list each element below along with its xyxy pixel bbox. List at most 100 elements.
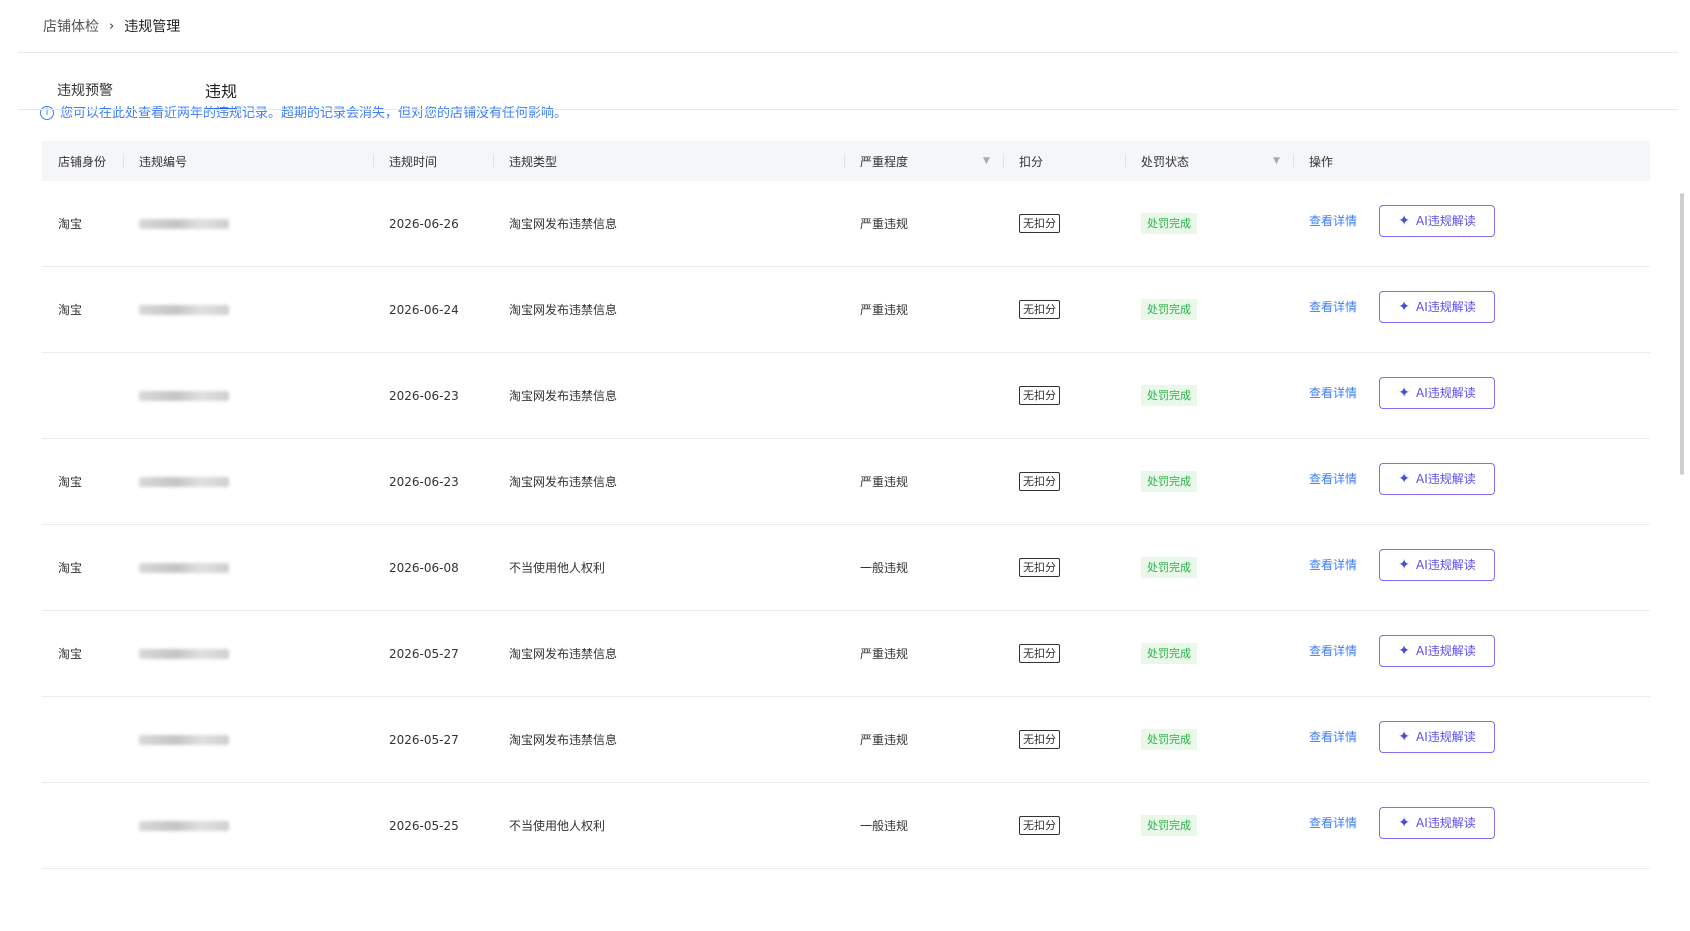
table-row: 2026-06-23 淘宝网发布违禁信息 无扣分 处罚完成 查看详情 ✦ AI违规解读: [42, 353, 1650, 439]
view-detail-link[interactable]: 查看详情: [1309, 642, 1357, 659]
header-violation-time: 违规时间: [373, 141, 493, 181]
cell-shop: 淘宝: [58, 303, 83, 317]
redacted-id: [139, 562, 229, 573]
cell-type: 不当使用他人权利: [509, 561, 606, 575]
filter-icon[interactable]: ▼: [1273, 156, 1283, 166]
cell-actions: 查看详情 ✦ AI违规解读: [1293, 720, 1650, 753]
header-violation-id: 违规编号: [123, 141, 373, 181]
cell-points: 无扣分: [1003, 214, 1125, 233]
ai-interpret-button[interactable]: ✦ AI违规解读: [1379, 548, 1496, 581]
cell-status: 处罚完成: [1125, 471, 1293, 492]
cell-date: 2026-06-24: [389, 302, 459, 317]
cell-type: 淘宝网发布违禁信息: [509, 389, 618, 403]
ai-interpret-button[interactable]: ✦ AI违规解读: [1379, 634, 1496, 667]
cell-violation-id: [123, 304, 373, 315]
ai-button-label: AI违规解读: [1416, 816, 1476, 830]
cell-date: 2026-06-08: [389, 560, 459, 575]
table-row: 淘宝 2026-06-23 淘宝网发布违禁信息 严重违规 无扣分 处罚完成 查看详情 ✦ AI违…: [42, 439, 1650, 525]
cell-date: 2026-06-23: [389, 388, 459, 403]
ai-interpret-button[interactable]: ✦ AI违规解读: [1379, 720, 1496, 753]
violation-table: 店铺身份 违规编号 违规时间 违规类型 严重程度 ▼ 扣分 处罚状态 ▼ 操作 …: [42, 141, 1650, 869]
status-badge: 处罚完成: [1141, 299, 1197, 320]
sparkle-icon: ✦: [1398, 470, 1410, 487]
cell-date: 2026-05-25: [389, 818, 459, 833]
ai-interpret-button[interactable]: ✦ AI违规解读: [1379, 806, 1496, 839]
view-detail-link[interactable]: 查看详情: [1309, 298, 1357, 315]
cell-status: 处罚完成: [1125, 213, 1293, 234]
header-divider: [18, 52, 1678, 53]
cell-severity: 严重违规: [860, 733, 909, 747]
cell-type: 淘宝网发布违禁信息: [509, 647, 618, 661]
redacted-id: [139, 734, 229, 745]
ai-interpret-button[interactable]: ✦ AI违规解读: [1379, 290, 1496, 323]
ai-interpret-button[interactable]: ✦ AI违规解读: [1379, 462, 1496, 495]
sparkle-icon: ✦: [1398, 728, 1410, 745]
sparkle-icon: ✦: [1398, 814, 1410, 831]
cell-status: 处罚完成: [1125, 557, 1293, 578]
filter-icon[interactable]: ▼: [983, 156, 993, 166]
cell-type: 淘宝网发布违禁信息: [509, 475, 618, 489]
redacted-id: [139, 476, 229, 487]
cell-severity: 一般违规: [860, 819, 909, 833]
header-actions: 操作: [1293, 141, 1650, 181]
header-severity: 严重程度 ▼: [844, 141, 1003, 181]
view-detail-link[interactable]: 查看详情: [1309, 556, 1357, 573]
cell-violation-id: [123, 648, 373, 659]
view-detail-link[interactable]: 查看详情: [1309, 470, 1357, 487]
violation-management-page: 店铺体检 › 违规管理 违规预警 违规 i 您可以在此处查看近两年的违规记录。超…: [0, 0, 1690, 931]
cell-type: 淘宝网发布违禁信息: [509, 217, 618, 231]
header-severity-label: 严重程度: [860, 154, 909, 169]
status-badge: 处罚完成: [1141, 729, 1197, 750]
cell-actions: 查看详情 ✦ AI违规解读: [1293, 462, 1650, 495]
cell-actions: 查看详情 ✦ AI违规解读: [1293, 634, 1650, 667]
ai-button-label: AI违规解读: [1416, 386, 1476, 400]
cell-shop: 淘宝: [58, 647, 83, 661]
cell-status: 处罚完成: [1125, 729, 1293, 750]
tab-violation-warning[interactable]: 违规预警: [57, 72, 205, 100]
cell-actions: 查看详情 ✦ AI违规解读: [1293, 548, 1650, 581]
breadcrumb: 店铺体检 › 违规管理: [43, 15, 180, 37]
cell-points: 无扣分: [1003, 730, 1125, 749]
view-detail-link[interactable]: 查看详情: [1309, 384, 1357, 401]
cell-type: 不当使用他人权利: [509, 819, 606, 833]
table-row: 淘宝 2026-06-08 不当使用他人权利 一般违规 无扣分 处罚完成 查看详情 ✦ AI违规…: [42, 525, 1650, 611]
cell-points: 无扣分: [1003, 558, 1125, 577]
points-tag: 无扣分: [1019, 386, 1060, 405]
header-penalty-status: 处罚状态 ▼: [1125, 141, 1293, 181]
sparkle-icon: ✦: [1398, 556, 1410, 573]
view-detail-link[interactable]: 查看详情: [1309, 728, 1357, 745]
redacted-id: [139, 218, 229, 229]
scrollbar[interactable]: [1680, 193, 1684, 475]
ai-interpret-button[interactable]: ✦ AI违规解读: [1379, 376, 1496, 409]
cell-severity: 严重违规: [860, 217, 909, 231]
cell-violation-id: [123, 820, 373, 831]
cell-points: 无扣分: [1003, 816, 1125, 835]
view-detail-link[interactable]: 查看详情: [1309, 212, 1357, 229]
tab-violation[interactable]: 违规: [205, 72, 238, 110]
cell-type: 淘宝网发布违禁信息: [509, 733, 618, 747]
ai-button-label: AI违规解读: [1416, 214, 1476, 228]
cell-points: 无扣分: [1003, 472, 1125, 491]
cell-severity: 严重违规: [860, 303, 909, 317]
redacted-id: [139, 390, 229, 401]
status-badge: 处罚完成: [1141, 557, 1197, 578]
table-row: 2026-05-27 淘宝网发布违禁信息 严重违规 无扣分 处罚完成 查看详情 ✦ AI违规解…: [42, 697, 1650, 783]
sparkle-icon: ✦: [1398, 384, 1410, 401]
cell-actions: 查看详情 ✦ AI违规解读: [1293, 376, 1650, 409]
cell-type: 淘宝网发布违禁信息: [509, 303, 618, 317]
points-tag: 无扣分: [1019, 214, 1060, 233]
view-detail-link[interactable]: 查看详情: [1309, 814, 1357, 831]
cell-status: 处罚完成: [1125, 385, 1293, 406]
breadcrumb-parent-link[interactable]: 店铺体检: [43, 16, 99, 36]
cell-points: 无扣分: [1003, 300, 1125, 319]
cell-date: 2026-06-23: [389, 474, 459, 489]
cell-violation-id: [123, 734, 373, 745]
points-tag: 无扣分: [1019, 472, 1060, 491]
cell-violation-id: [123, 562, 373, 573]
ai-button-label: AI违规解读: [1416, 730, 1476, 744]
status-badge: 处罚完成: [1141, 385, 1197, 406]
table-body: 淘宝 2026-06-26 淘宝网发布违禁信息 严重违规 无扣分 处罚完成 查看详情 ✦ AI违…: [42, 181, 1650, 869]
cell-date: 2026-06-26: [389, 216, 459, 231]
points-tag: 无扣分: [1019, 730, 1060, 749]
ai-interpret-button[interactable]: ✦ AI违规解读: [1379, 204, 1496, 237]
